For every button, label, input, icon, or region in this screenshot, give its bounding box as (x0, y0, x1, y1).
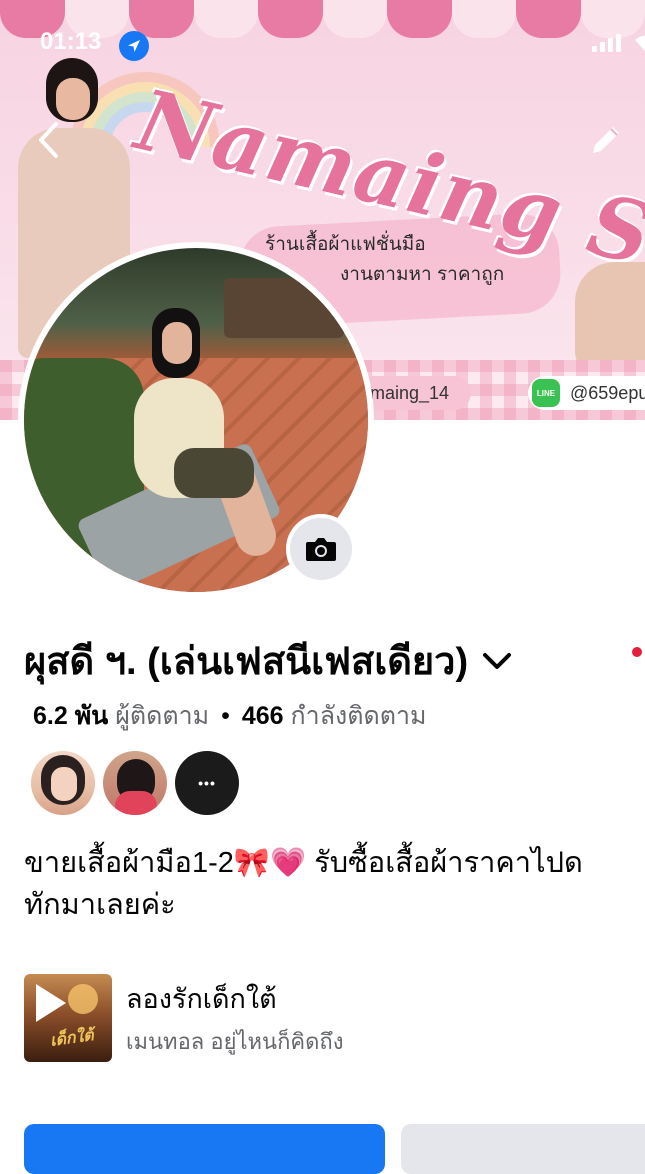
bio-line-2: ทักมาเลยค่ะ (24, 889, 176, 921)
profile-bio: ขายเสื้อผ้ามือ1-2🎀💗 รับซื้อเสื้อผ้าราคาไ… (24, 842, 645, 926)
status-time: 01:13 (40, 28, 102, 55)
friend-avatar[interactable] (31, 751, 95, 815)
camera-icon (306, 538, 336, 561)
bio-line-1: ขายเสื้อผ้ามือ1-2🎀💗 รับซื้อเสื้อผ้าราคาไ… (24, 847, 583, 879)
pencil-icon (593, 127, 619, 153)
location-arrow-icon (119, 31, 149, 61)
friends-avatars[interactable]: ••• (31, 751, 239, 815)
followers-link[interactable]: 6.2 พัน ผู้ติดตาม (33, 702, 209, 730)
followers-label: ผู้ติดตาม (115, 702, 210, 730)
cover-person-right (575, 262, 645, 372)
ellipsis-icon: ••• (198, 775, 216, 791)
change-profile-picture-button[interactable] (286, 514, 356, 584)
profile-name: ผุสดี ฯ. (เล่นเฟสนีเฟสเดียว) (24, 641, 469, 683)
secondary-action-button[interactable] (401, 1124, 645, 1174)
album-art[interactable]: เด็กใต้ (24, 974, 112, 1062)
back-button[interactable] (30, 118, 66, 162)
following-link[interactable]: 466 กำลังติดตาม (242, 702, 427, 730)
following-count: 466 (241, 702, 284, 730)
following-label: กำลังติดตาม (290, 702, 427, 730)
cover-tagline-1: ร้านเสื้อผ้าแฟชั่นมือ (265, 234, 426, 255)
cover-line-id: LINE @659epu (528, 376, 645, 410)
wifi-icon (633, 34, 645, 52)
more-friends-button[interactable]: ••• (175, 751, 239, 815)
follow-stats: 6.2 พัน ผู้ติดตาม • 466 กำลังติดตาม (33, 696, 426, 736)
chevron-left-icon (39, 122, 58, 158)
followers-count: 6.2 พัน (33, 702, 109, 730)
play-icon[interactable] (36, 984, 66, 1022)
chevron-down-icon[interactable] (482, 652, 512, 670)
friend-avatar[interactable] (103, 751, 167, 815)
profile-name-row[interactable]: ผุสดี ฯ. (เล่นเฟสนีเฟสเดียว) (24, 630, 512, 691)
line-app-icon: LINE (532, 379, 560, 407)
cover-tagline-2: งานตามหา ราคาถูก (340, 264, 505, 285)
song-artist: เมนทอล อยู่ไหนก็คิดถึง (126, 1029, 344, 1054)
primary-action-button[interactable] (24, 1124, 385, 1174)
profile-music[interactable]: เด็กใต้ ลองรักเด็กใต้ เมนทอล อยู่ไหนก็คิ… (24, 974, 343, 1062)
stats-separator: • (221, 702, 230, 730)
line-id-text: @659epu (570, 382, 645, 403)
album-title: เด็กใต้ (49, 1027, 95, 1050)
cellular-signal-icon (592, 34, 621, 52)
song-title: ลองรักเด็กใต้ (126, 984, 277, 1014)
edit-profile-button[interactable] (584, 118, 628, 162)
notification-dot (632, 647, 642, 657)
